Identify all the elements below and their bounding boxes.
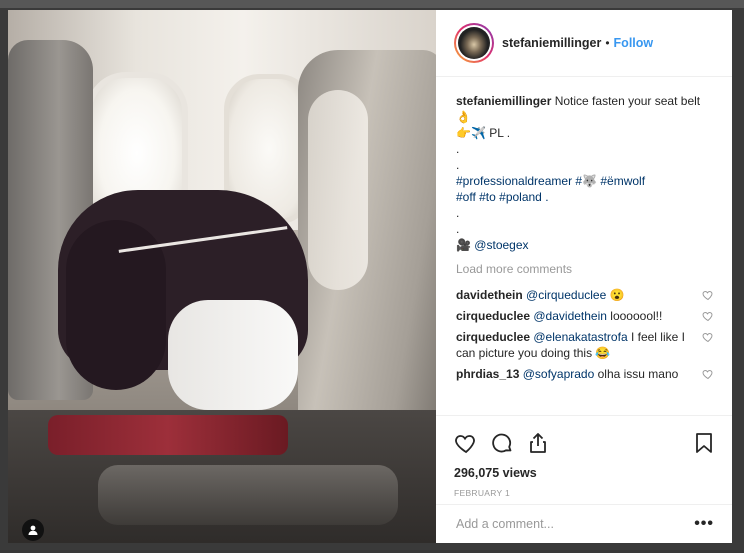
comments-section: stefaniemillinger Notice fasten your sea… xyxy=(436,77,732,393)
caption: stefaniemillinger Notice fasten your sea… xyxy=(456,93,714,253)
caption-hashtags[interactable]: #professionaldreamer #🐺 #ëmwolf xyxy=(456,173,714,189)
post-date[interactable]: FEBRUARY 1 xyxy=(454,488,716,498)
comment-row: davidethein @cirqueduclee 😮 xyxy=(456,287,714,303)
post-panel: stefaniemillinger • Follow stefaniemilli… xyxy=(436,10,732,543)
avatar[interactable] xyxy=(454,23,494,63)
post-photo[interactable] xyxy=(8,10,436,543)
caption-dot: . xyxy=(456,158,460,172)
follow-button[interactable]: Follow xyxy=(614,36,654,50)
comment-mention[interactable]: @cirqueduclee xyxy=(526,288,606,302)
bookmark-icon[interactable] xyxy=(692,431,716,455)
page-background-top xyxy=(0,0,744,8)
caption-hashtags[interactable]: #off #to #poland . xyxy=(456,189,714,205)
caption-text: Notice fasten your seat belt xyxy=(551,94,701,108)
header-separator: • xyxy=(605,36,610,50)
caption-dot: . xyxy=(456,206,460,220)
comment-username[interactable]: davidethein xyxy=(456,288,523,302)
share-icon[interactable] xyxy=(526,431,550,455)
comment-like-icon[interactable] xyxy=(702,331,714,343)
comment-username[interactable]: cirqueduclee xyxy=(456,330,530,344)
heart-icon[interactable] xyxy=(454,431,478,455)
load-more-comments-link[interactable]: Load more comments xyxy=(456,261,714,277)
action-bar: 296,075 views FEBRUARY 1 xyxy=(436,415,732,498)
comment-icon[interactable] xyxy=(490,431,514,455)
tagged-user-icon[interactable] xyxy=(22,519,44,541)
view-count[interactable]: 296,075 views xyxy=(454,466,716,480)
caption-emoji: 👌 xyxy=(456,110,471,124)
comment-username[interactable]: phrdias_13 xyxy=(456,367,519,381)
caption-flag-line: 👉✈️ PL . xyxy=(456,126,511,140)
camera-emoji: 🎥 xyxy=(456,238,471,252)
comment-mention[interactable]: @sofyaprado xyxy=(523,367,595,381)
comment-text: olha issu mano xyxy=(594,367,679,381)
comment-like-icon[interactable] xyxy=(702,368,714,380)
post-header: stefaniemillinger • Follow xyxy=(436,10,732,77)
comment-mention[interactable]: @elenakatastrofa xyxy=(533,330,627,344)
add-comment-input[interactable] xyxy=(456,517,695,531)
add-comment-bar: ••• xyxy=(436,504,732,543)
comment-like-icon[interactable] xyxy=(702,310,714,322)
comment-mention[interactable]: @davidethein xyxy=(533,309,607,323)
header-username[interactable]: stefaniemillinger xyxy=(502,36,601,50)
comment-row: cirqueduclee @elenakatastrofa I feel lik… xyxy=(456,329,714,361)
comment-row: phrdias_13 @sofyaprado olha issu mano xyxy=(456,366,714,382)
comment-row: cirqueduclee @davidethein looooool!! xyxy=(456,308,714,324)
caption-dot: . xyxy=(456,222,460,236)
comment-username[interactable]: cirqueduclee xyxy=(456,309,530,323)
comment-text: looooool!! xyxy=(606,309,663,323)
caption-dot: . xyxy=(456,142,460,156)
comment-like-icon[interactable] xyxy=(702,289,714,301)
comment-text: 😮 xyxy=(606,288,625,302)
caption-username[interactable]: stefaniemillinger xyxy=(456,94,551,108)
more-options-button[interactable]: ••• xyxy=(694,515,714,533)
credit-mention[interactable]: @stoegex xyxy=(474,238,528,252)
